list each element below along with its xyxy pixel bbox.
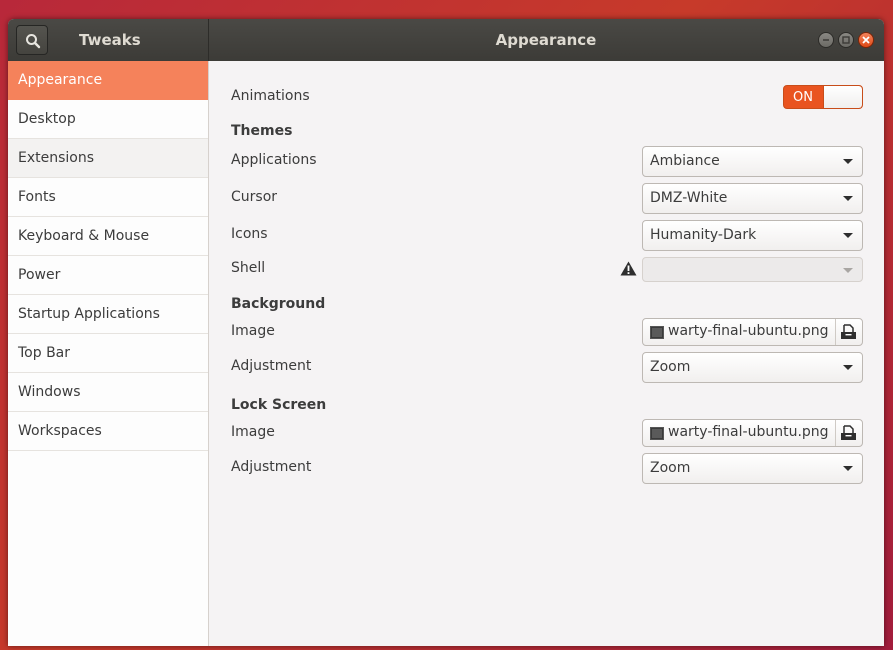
window-title: Appearance bbox=[495, 31, 597, 49]
animations-label: Animations bbox=[231, 88, 310, 104]
titlebar-left: Tweaks bbox=[8, 19, 209, 61]
toggle-state-text: ON bbox=[793, 90, 813, 105]
themes-heading: Themes bbox=[231, 123, 293, 139]
chevron-down-icon bbox=[843, 466, 853, 471]
titlebar: Tweaks Appearance bbox=[8, 19, 884, 61]
cursor-label: Cursor bbox=[231, 189, 278, 205]
image-file-icon bbox=[650, 427, 664, 440]
background-heading: Background bbox=[231, 296, 326, 312]
toggle-knob bbox=[823, 86, 862, 108]
divider bbox=[835, 420, 836, 446]
sidebar-item-windows[interactable]: Windows bbox=[8, 373, 208, 412]
dropdown-value: DMZ-White bbox=[650, 190, 728, 206]
chevron-down-icon bbox=[843, 233, 853, 238]
lock-screen-adjustment-dropdown[interactable]: Zoom bbox=[642, 453, 863, 484]
sidebar-item-top-bar[interactable]: Top Bar bbox=[8, 334, 208, 373]
dropdown-value: Zoom bbox=[650, 359, 691, 375]
warning-icon bbox=[620, 261, 637, 276]
sidebar-item-workspaces[interactable]: Workspaces bbox=[8, 412, 208, 451]
close-button[interactable] bbox=[858, 32, 874, 48]
background-image-chooser[interactable]: warty-final-ubuntu.png bbox=[642, 318, 863, 346]
minimize-icon bbox=[823, 39, 829, 41]
search-button[interactable] bbox=[16, 25, 48, 55]
applications-theme-dropdown[interactable]: Ambiance bbox=[642, 146, 863, 177]
lock-screen-heading: Lock Screen bbox=[231, 397, 327, 413]
sidebar-item-power[interactable]: Power bbox=[8, 256, 208, 295]
applications-label: Applications bbox=[231, 152, 317, 168]
background-image-label: Image bbox=[231, 323, 275, 339]
shell-label: Shell bbox=[231, 260, 266, 276]
minimize-button[interactable] bbox=[818, 32, 834, 48]
icons-theme-dropdown[interactable]: Humanity-Dark bbox=[642, 220, 863, 251]
divider bbox=[835, 319, 836, 345]
chevron-down-icon bbox=[843, 365, 853, 370]
background-adjustment-dropdown[interactable]: Zoom bbox=[642, 352, 863, 383]
sidebar-item-extensions[interactable]: Extensions bbox=[8, 139, 208, 178]
appearance-panel: Animations ON Themes Applications Ambian… bbox=[209, 61, 884, 646]
maximize-icon bbox=[842, 36, 850, 44]
file-name: warty-final-ubuntu.png bbox=[668, 424, 829, 440]
close-icon bbox=[862, 36, 870, 44]
sidebar-item-keyboard-mouse[interactable]: Keyboard & Mouse bbox=[8, 217, 208, 256]
chevron-down-icon bbox=[843, 196, 853, 201]
file-name: warty-final-ubuntu.png bbox=[668, 323, 829, 339]
lock-screen-image-label: Image bbox=[231, 424, 275, 440]
sidebar: Appearance Desktop Extensions Fonts Keyb… bbox=[8, 61, 209, 646]
sidebar-item-desktop[interactable]: Desktop bbox=[8, 100, 208, 139]
sidebar-item-appearance[interactable]: Appearance bbox=[8, 61, 208, 100]
open-document-icon bbox=[841, 324, 856, 339]
sidebar-item-fonts[interactable]: Fonts bbox=[8, 178, 208, 217]
search-icon bbox=[26, 34, 41, 49]
dropdown-value: Humanity-Dark bbox=[650, 227, 757, 243]
lock-screen-adjustment-label: Adjustment bbox=[231, 459, 312, 475]
cursor-theme-dropdown[interactable]: DMZ-White bbox=[642, 183, 863, 214]
open-document-icon bbox=[841, 425, 856, 440]
dropdown-value: Zoom bbox=[650, 460, 691, 476]
chevron-down-icon bbox=[843, 159, 853, 164]
icons-label: Icons bbox=[231, 226, 268, 242]
tweaks-window: Tweaks Appearance Appearance Desktop Ext… bbox=[8, 19, 884, 646]
sidebar-item-startup-applications[interactable]: Startup Applications bbox=[8, 295, 208, 334]
dropdown-value: Ambiance bbox=[650, 153, 720, 169]
maximize-button[interactable] bbox=[838, 32, 854, 48]
shell-theme-dropdown bbox=[642, 257, 863, 282]
app-title: Tweaks bbox=[79, 31, 141, 49]
image-file-icon bbox=[650, 326, 664, 339]
background-adjustment-label: Adjustment bbox=[231, 358, 312, 374]
lock-screen-image-chooser[interactable]: warty-final-ubuntu.png bbox=[642, 419, 863, 447]
chevron-down-icon bbox=[843, 268, 853, 273]
animations-toggle[interactable]: ON bbox=[783, 85, 863, 109]
